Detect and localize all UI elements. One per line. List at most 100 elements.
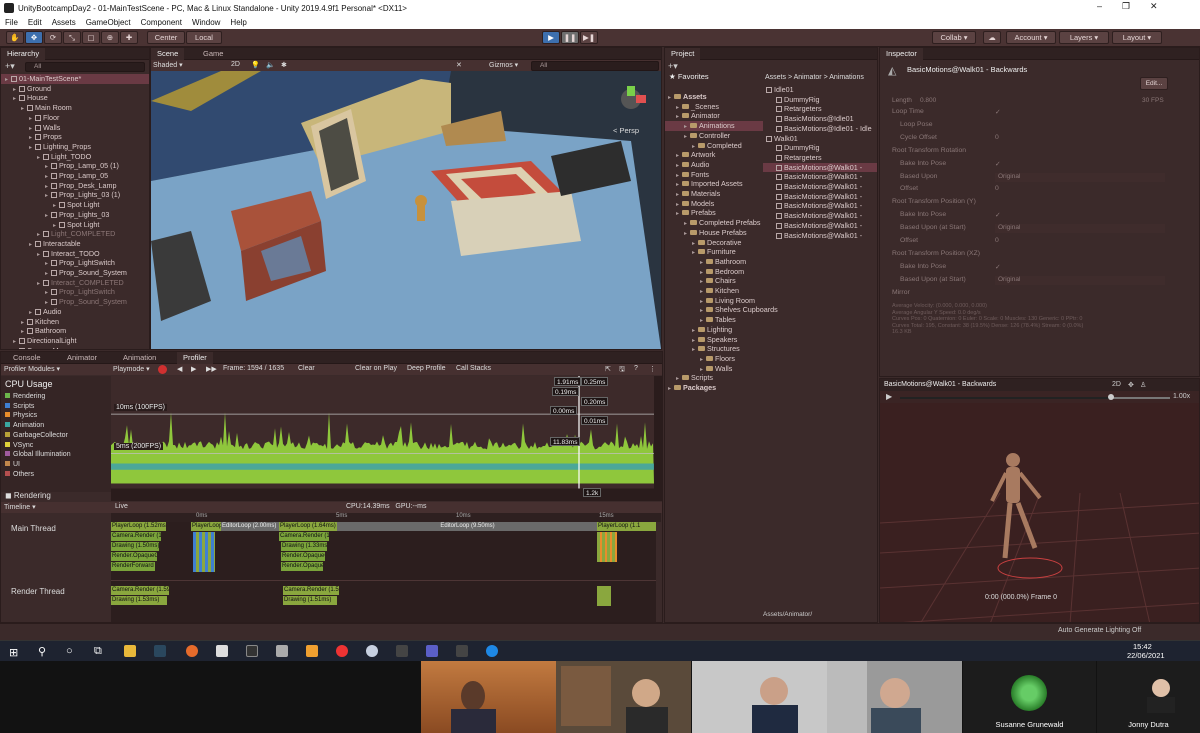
clear-button[interactable]: Clear — [298, 365, 315, 372]
mode-2d-toggle[interactable]: 2D — [231, 61, 240, 68]
call-stacks-button[interactable]: Call Stacks — [456, 365, 491, 372]
track-render-camera-1[interactable]: Camera.Render (1.59 — [111, 586, 169, 595]
hierarchy-item[interactable]: ▸CameraManager — [1, 346, 149, 349]
project-folder[interactable]: ▸ Packages — [665, 383, 763, 393]
track-playerloop-2[interactable]: PlayerLoop (1.0) — [191, 522, 221, 531]
tab-animator[interactable]: Animator — [61, 352, 103, 364]
track-render-drawing-2[interactable]: Drawing (1.51ms) — [283, 596, 337, 605]
graph-scrollbar[interactable] — [654, 376, 662, 501]
project-folder[interactable]: ▸ Lighting — [665, 325, 763, 335]
project-file[interactable]: Retargeters — [763, 153, 877, 163]
track-renderforward[interactable]: RenderForward — [111, 562, 155, 571]
tab-console[interactable]: Console — [7, 352, 47, 364]
gizmos-dropdown[interactable]: Gizmos ▾ — [489, 61, 518, 69]
audio-toggle-icon[interactable]: 🔈 — [266, 61, 275, 69]
project-folder[interactable]: ▸ Artwork — [665, 150, 763, 160]
effects-toggle-icon[interactable]: ✱ — [281, 61, 287, 69]
edit-button[interactable]: Edit... — [1140, 77, 1168, 90]
project-folder[interactable]: ▸ Assets — [665, 92, 763, 102]
search-icon[interactable]: ⚲ — [38, 645, 46, 658]
hierarchy-item[interactable]: ▸ Bathroom — [1, 326, 149, 336]
rect-tool-icon[interactable]: ▢ — [82, 31, 100, 44]
layout-dropdown[interactable]: Layout ▾ — [1112, 31, 1162, 44]
hierarchy-item[interactable]: ▸ Prop_Desk_Lamp — [1, 181, 149, 191]
video-tile-2[interactable] — [556, 661, 691, 733]
project-file[interactable]: BasicMotions@Walk01 - — [763, 211, 877, 221]
project-file[interactable]: BasicMotions@Walk01 - — [763, 231, 877, 241]
avatar-icon[interactable]: ♙ — [1140, 381, 1146, 389]
track-opaque-1[interactable]: Render.OpaqueGeometry — [111, 552, 157, 561]
hierarchy-item[interactable]: ▸ Spot Light — [1, 200, 149, 210]
inspector-dropdown[interactable]: Original — [995, 275, 1165, 285]
hierarchy-item[interactable]: ▸ Prop_Lights_03 (1) — [1, 190, 149, 200]
hierarchy-item[interactable]: ▸ House — [1, 93, 149, 103]
hierarchy-item[interactable]: ▸ Walls — [1, 123, 149, 133]
firefox-icon[interactable] — [186, 645, 198, 657]
preview-2d-toggle[interactable]: 2D — [1112, 381, 1121, 388]
hierarchy-item[interactable]: ▸ Light_COMPLETED — [1, 229, 149, 239]
project-folder[interactable]: ▸ Fonts — [665, 170, 763, 180]
hierarchy-item[interactable]: ▸ Floor — [1, 113, 149, 123]
preview-play-icon[interactable]: ▶ — [886, 392, 892, 401]
hierarchy-item[interactable]: ▸ Prop_LightSwitch — [1, 258, 149, 268]
project-folder[interactable]: ▸ Imported Assets — [665, 179, 763, 189]
options-icon[interactable]: ⋮ — [649, 365, 656, 373]
cloud-icon[interactable]: ☁ — [983, 31, 1001, 44]
project-folder[interactable]: ▸ Living Room — [665, 296, 763, 306]
inspector-dropdown[interactable]: Original — [995, 172, 1165, 182]
pause-button[interactable]: ❚❚ — [561, 31, 579, 44]
hierarchy-item[interactable]: ▸ Ground — [1, 84, 149, 94]
speed-slider-knob[interactable] — [1108, 394, 1114, 400]
clear-on-play-button[interactable]: Clear on Play — [355, 365, 397, 372]
cpu-category[interactable]: Rendering — [5, 393, 45, 400]
project-add-icon[interactable]: +▾ — [668, 61, 678, 72]
custom-tool-icon[interactable]: ✚ — [120, 31, 138, 44]
hierarchy-item[interactable]: ▸ Prop_Lights_03 — [1, 210, 149, 220]
tab-project[interactable]: Project — [665, 48, 701, 60]
transform-tool-icon[interactable]: ⊕ — [101, 31, 119, 44]
maximize-button[interactable]: ❐ — [1122, 1, 1130, 12]
hierarchy-item[interactable]: ▸ Spot Light — [1, 220, 149, 230]
cpu-category[interactable]: VSync — [5, 441, 33, 449]
project-folder[interactable]: ▸ Scripts — [665, 373, 763, 383]
project-file[interactable]: BasicMotions@Idle01 - Idle — [763, 124, 877, 134]
scene-view-viewport[interactable]: < Persp — [151, 71, 661, 349]
project-file[interactable]: DummyRig — [763, 143, 877, 153]
menu-component[interactable]: Component — [141, 18, 182, 27]
cpu-category[interactable]: Others — [5, 470, 34, 478]
breadcrumb-animations[interactable]: Animations — [829, 74, 864, 81]
project-file[interactable]: BasicMotions@Walk01 - — [763, 201, 877, 211]
rotate-tool-icon[interactable]: ⟳ — [44, 31, 62, 44]
cpu-category[interactable]: GarbageCollector — [5, 431, 68, 439]
hierarchy-item[interactable]: ▸ Main Room — [1, 103, 149, 113]
cpu-category[interactable]: Scripts — [5, 402, 34, 410]
hierarchy-item[interactable]: ▸ DirectionalLight — [1, 336, 149, 346]
inspector-value[interactable]: ✓ — [995, 108, 1001, 116]
hierarchy-item[interactable]: ▸ Prop_Sound_System — [1, 297, 149, 307]
preview-viewport[interactable] — [880, 403, 1200, 623]
project-folder[interactable]: ▸ Shelves Cupboards — [665, 305, 778, 315]
space-local-toggle[interactable]: Local — [186, 31, 222, 44]
menu-edit[interactable]: Edit — [28, 18, 42, 27]
hierarchy-search-input[interactable]: All — [25, 62, 145, 72]
inspector-value[interactable]: 0 — [995, 185, 999, 192]
hierarchy-item[interactable]: ▸ 01-MainTestScene* — [1, 74, 149, 84]
layers-dropdown[interactable]: Layers ▾ — [1059, 31, 1109, 44]
project-folder[interactable]: ▸ Controller — [665, 131, 763, 141]
track-cluster-end[interactable] — [597, 532, 617, 562]
profiler-modules-dropdown[interactable]: Profiler Modules ▾ — [4, 365, 109, 373]
epic-games-icon[interactable] — [246, 645, 258, 657]
track-camera-render-1[interactable]: Camera.Render (1.1 — [111, 532, 161, 541]
project-folder[interactable]: ▸ Completed — [665, 141, 763, 151]
steam-icon[interactable] — [154, 645, 166, 657]
move-tool-icon[interactable]: ✥ — [25, 31, 43, 44]
project-folder[interactable]: ▸ Prefabs — [665, 208, 763, 218]
project-file[interactable]: DummyRig — [763, 95, 877, 105]
project-file[interactable]: BasicMotions@Walk01 - — [763, 162, 877, 173]
deep-profile-button[interactable]: Deep Profile — [407, 365, 446, 372]
menu-help[interactable]: Help — [230, 18, 246, 27]
tab-profiler[interactable]: Profiler — [177, 352, 213, 364]
hierarchy-item[interactable]: ▸ Light_TODO — [1, 152, 149, 162]
project-folder[interactable]: ▸ House Prefabs — [665, 228, 763, 238]
project-file[interactable]: Retargeters — [763, 104, 877, 114]
